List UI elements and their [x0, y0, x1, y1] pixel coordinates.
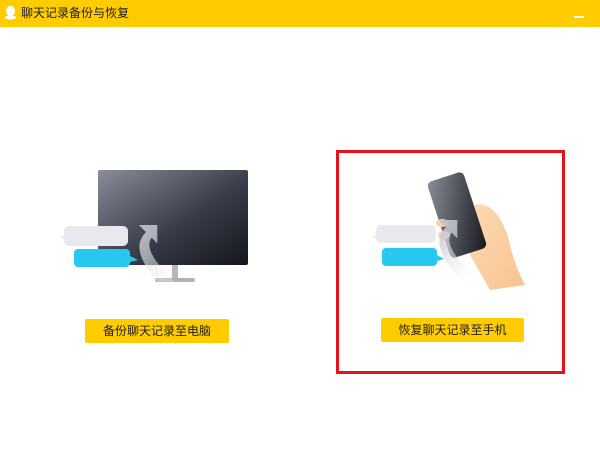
backup-illustration	[60, 170, 248, 290]
selection-highlight	[336, 150, 565, 374]
minimize-button[interactable]	[572, 6, 586, 20]
chat-bubble-cyan	[74, 249, 130, 267]
backup-to-pc-button[interactable]: 备份聊天记录至电脑	[85, 319, 229, 343]
monitor-neck	[172, 265, 178, 280]
chat-bubble-gray	[64, 226, 128, 246]
app-logo-icon	[5, 5, 16, 20]
title-bar: 聊天记录备份与恢复	[0, 0, 600, 27]
window-title: 聊天记录备份与恢复	[21, 6, 130, 20]
